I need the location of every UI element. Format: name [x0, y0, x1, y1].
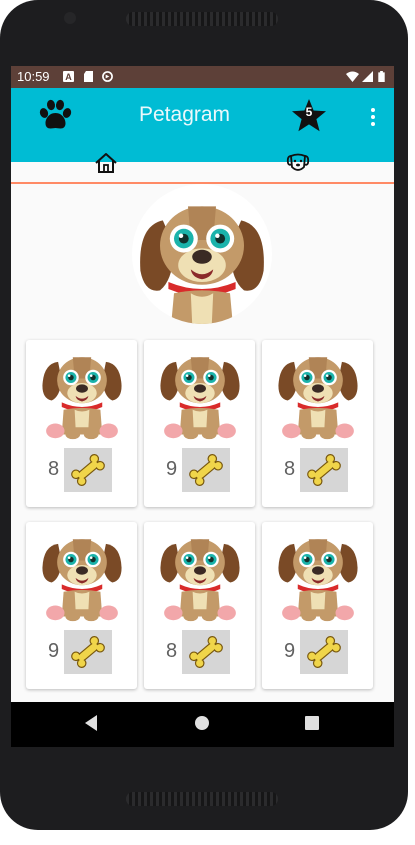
puppy-photo — [154, 346, 246, 444]
bone-icon — [305, 452, 343, 488]
screen: 10:59 A Petagram 5 8 9 8 9 8 9 — [11, 66, 394, 747]
status-time: 10:59 — [17, 69, 50, 84]
likes-count: 9 — [48, 640, 60, 662]
likes-count: 8 — [166, 640, 178, 662]
back-icon[interactable] — [83, 714, 99, 732]
puppy-avatar — [132, 184, 272, 324]
photo-card[interactable]: 9 — [144, 340, 255, 507]
like-button[interactable] — [182, 630, 230, 674]
profile-avatar — [132, 184, 272, 324]
puppy-photo — [36, 528, 128, 626]
sync-icon — [102, 71, 113, 82]
svg-text:A: A — [65, 72, 72, 82]
sd-card-icon — [84, 71, 93, 82]
bone-icon — [187, 452, 225, 488]
bone-icon — [305, 634, 343, 670]
wifi-icon — [346, 71, 359, 82]
photo-card[interactable]: 9 — [262, 522, 373, 689]
battery-icon — [378, 71, 385, 82]
home-circle-icon[interactable] — [194, 715, 210, 731]
bottom-speaker — [126, 792, 278, 806]
phone-frame: 10:59 A Petagram 5 8 9 8 9 8 9 — [0, 0, 408, 830]
front-camera — [64, 12, 76, 24]
a-icon: A — [63, 71, 74, 82]
likes-count: 8 — [284, 458, 296, 480]
recents-icon[interactable] — [305, 716, 319, 730]
system-nav-bar — [11, 702, 394, 747]
puppy-photo — [272, 528, 364, 626]
puppy-photo — [154, 528, 246, 626]
puppy-photo — [272, 346, 364, 444]
like-button[interactable] — [64, 448, 112, 492]
more-vert-icon[interactable] — [366, 106, 380, 128]
photo-card[interactable]: 9 — [26, 522, 137, 689]
photo-card[interactable]: 8 — [26, 340, 137, 507]
like-button[interactable] — [182, 448, 230, 492]
bone-icon — [69, 634, 107, 670]
app-bar: Petagram 5 — [11, 88, 394, 184]
top-speaker — [126, 12, 278, 26]
paw-icon[interactable] — [38, 99, 72, 133]
favorites-count[interactable]: 5 — [291, 105, 327, 119]
status-bar: 10:59 A — [11, 66, 394, 88]
photo-card[interactable]: 8 — [144, 522, 255, 689]
profile-content: 8 9 8 9 8 9 — [11, 162, 394, 702]
like-button[interactable] — [300, 630, 348, 674]
puppy-photo — [36, 346, 128, 444]
signal-icon — [362, 71, 373, 82]
like-button[interactable] — [64, 630, 112, 674]
bone-icon — [187, 634, 225, 670]
likes-count: 9 — [166, 458, 178, 480]
likes-count: 8 — [48, 458, 60, 480]
photo-card[interactable]: 8 — [262, 340, 373, 507]
bone-icon — [69, 452, 107, 488]
like-button[interactable] — [300, 448, 348, 492]
likes-count: 9 — [284, 640, 296, 662]
app-title: Petagram — [139, 103, 231, 126]
